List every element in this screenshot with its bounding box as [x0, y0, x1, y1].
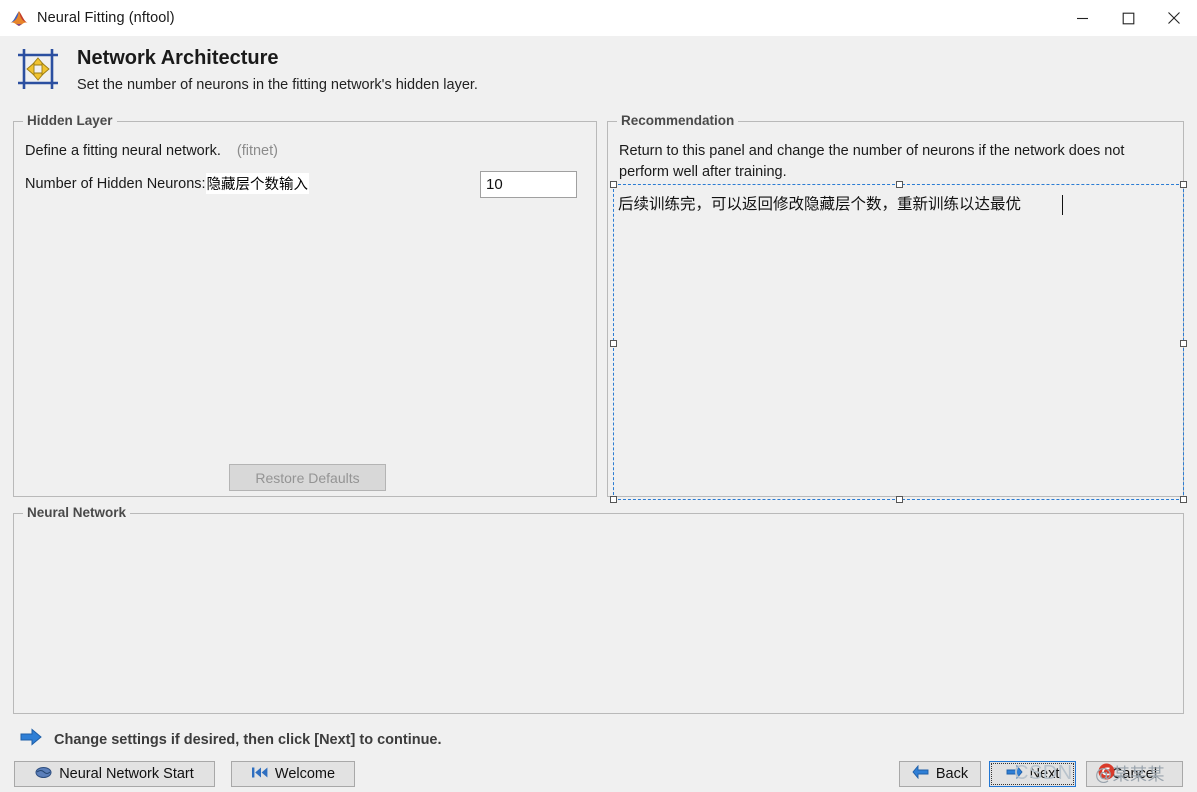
title-bar: Neural Fitting (nftool) — [0, 0, 1197, 36]
page-header: Network Architecture Set the number of n… — [0, 36, 1197, 104]
resize-handle-middle-left[interactable] — [610, 340, 617, 347]
neurons-annotation: 隐藏层个数输入 — [205, 173, 310, 194]
matlab-membrane-icon — [9, 9, 29, 27]
status-line: Change settings if desired, then click [… — [20, 728, 442, 751]
network-diagram: W b W b Input 13 Hidd — [14, 514, 1185, 713]
page-subtitle: Set the number of neurons in the fitting… — [77, 77, 478, 93]
annotation-textbox[interactable]: 后续训练完，可以返回修改隐藏层个数，重新训练以达最优 — [610, 181, 1187, 503]
minimize-icon[interactable] — [1059, 0, 1105, 36]
neurons-label: Number of Hidden Neurons: — [25, 175, 206, 192]
resize-handle-bottom-left[interactable] — [610, 496, 617, 503]
right-arrow-icon — [1006, 764, 1023, 783]
right-arrow-icon — [20, 728, 42, 751]
recommendation-group-title: Recommendation — [617, 113, 739, 128]
network-architecture-icon — [14, 45, 62, 93]
define-network-line: Define a fitting neural network. (fitnet… — [25, 143, 278, 159]
resize-handle-middle-right[interactable] — [1180, 340, 1187, 347]
header-text-block: Network Architecture Set the number of n… — [77, 45, 478, 96]
skip-back-icon — [251, 766, 268, 783]
define-network-text: Define a fitting neural network. — [25, 143, 221, 159]
next-button[interactable]: Next — [989, 761, 1076, 787]
next-label: Next — [1029, 766, 1060, 782]
recommendation-text: Return to this panel and change the numb… — [619, 143, 1125, 180]
brain-icon — [35, 765, 52, 783]
annotation-text: 后续训练完，可以返回修改隐藏层个数，重新训练以达最优 — [618, 195, 1022, 213]
back-label: Back — [935, 766, 969, 782]
hidden-layer-group-title: Hidden Layer — [23, 113, 117, 128]
back-button[interactable]: Back — [899, 761, 981, 787]
restore-defaults-button[interactable]: Restore Defaults — [229, 464, 386, 491]
status-text: Change settings if desired, then click [… — [54, 731, 442, 748]
cancel-label: Cancel — [1111, 766, 1158, 782]
page-title: Network Architecture — [77, 47, 279, 69]
neurons-label-line: Number of Hidden Neurons: 隐藏层个数输入 — [25, 173, 310, 194]
window-controls — [1059, 0, 1197, 36]
resize-handle-top-right[interactable] — [1180, 181, 1187, 188]
window-title: Neural Fitting (nftool) — [37, 10, 175, 26]
neural-network-start-label: Neural Network Start — [59, 766, 194, 782]
resize-handle-top-center[interactable] — [896, 181, 903, 188]
neural-network-panel: Neural Network — [13, 505, 1185, 714]
neurons-input[interactable]: 10 — [480, 171, 577, 198]
welcome-button[interactable]: Welcome — [231, 761, 355, 787]
hidden-layer-panel: Hidden Layer Define a fitting neural net… — [13, 113, 597, 497]
nftool-window: Neural Fitting (nftool) Network Architec… — [0, 0, 1197, 792]
close-icon[interactable] — [1151, 0, 1197, 36]
left-arrow-icon — [912, 764, 929, 783]
text-caret — [1062, 195, 1063, 215]
neural-network-start-button[interactable]: Neural Network Start — [14, 761, 215, 787]
welcome-label: Welcome — [274, 766, 336, 782]
maximize-icon[interactable] — [1105, 0, 1151, 36]
resize-handle-bottom-right[interactable] — [1180, 496, 1187, 503]
fitnet-hint: (fitnet) — [236, 143, 278, 159]
resize-handle-top-left[interactable] — [610, 181, 617, 188]
csdn-watermark-logo — [1098, 763, 1115, 785]
resize-handle-bottom-center[interactable] — [896, 496, 903, 503]
